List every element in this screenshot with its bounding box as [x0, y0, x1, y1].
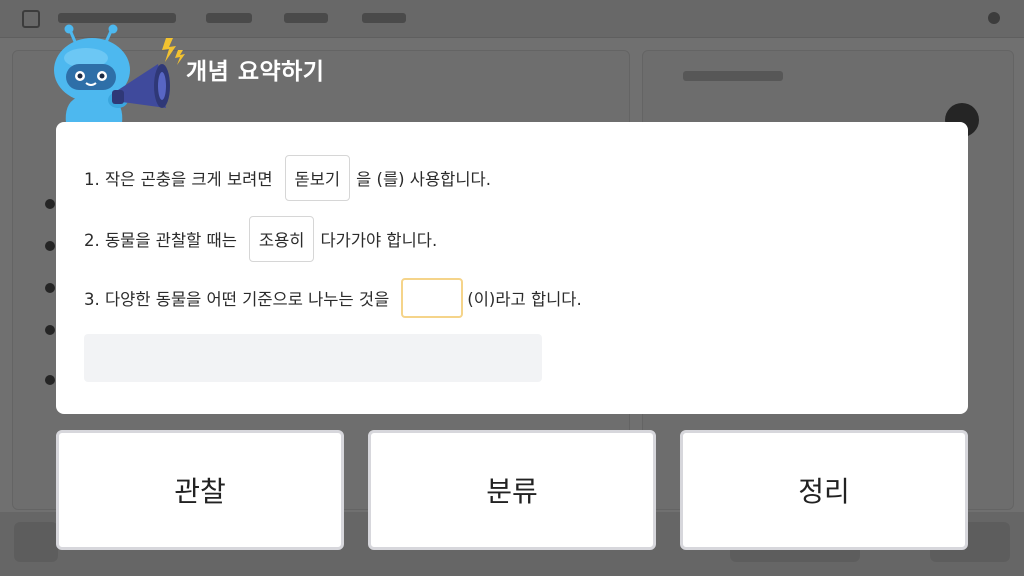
lightning-icon [162, 38, 185, 65]
choice-button-observation[interactable]: 관찰 [56, 430, 344, 550]
page-title: 개념 요약하기 [186, 59, 325, 85]
summary-sentence-1: 1. 작은 곤충을 크게 보려면 돋보기 을 (를) 사용합니다. [84, 155, 491, 201]
answer-box[interactable]: 돋보기 [284, 155, 351, 201]
choice-button-classification[interactable]: 분류 [368, 430, 656, 550]
answer-box[interactable]: 조용히 [248, 216, 315, 262]
sentence-prefix: 2. 동물을 관찰할 때는 [84, 231, 237, 250]
sentence-prefix: 1. 작은 곤충을 크게 보려면 [84, 170, 273, 189]
choice-button-organization[interactable]: 정리 [680, 430, 968, 550]
summary-sentence-3: 3. 다양한 동물을 어떤 기준으로 나누는 것을 (이)라고 합니다. [84, 275, 582, 321]
sentence-suffix: (이)라고 합니다. [467, 290, 582, 309]
summary-sentence-2: 2. 동물을 관찰할 때는 조용히 다가가야 합니다. [84, 216, 437, 262]
summary-card: 1. 작은 곤충을 크게 보려면 돋보기 을 (를) 사용합니다. 2. 동물을… [56, 122, 968, 414]
sentence-suffix: 다가가야 합니다. [320, 231, 438, 250]
sentence-suffix: 을 (를) 사용합니다. [356, 170, 491, 189]
sentence-prefix: 3. 다양한 동물을 어떤 기준으로 나누는 것을 [84, 290, 390, 309]
hint-bar [84, 334, 542, 382]
blank-answer-box[interactable] [401, 278, 464, 318]
